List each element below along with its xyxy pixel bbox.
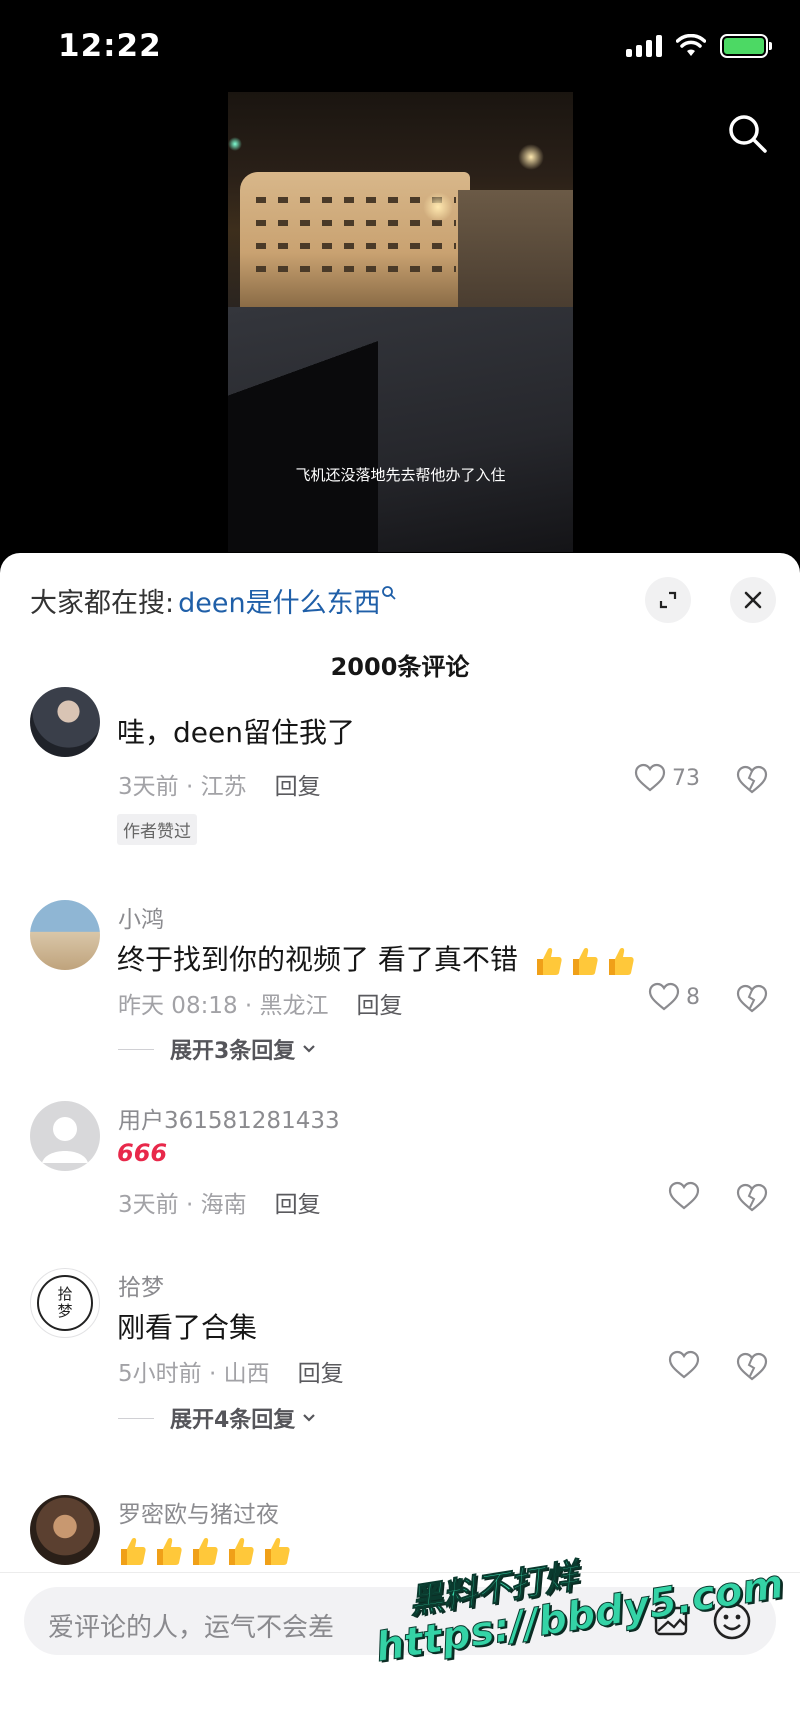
reply-button[interactable]: 回复: [275, 774, 321, 800]
hot-search-prefix: 大家都在搜:: [30, 588, 175, 619]
chevron-down-icon: [303, 1414, 316, 1422]
comment-text: 哇，deen留住我了: [117, 716, 355, 749]
like-button[interactable]: 73: [634, 763, 700, 793]
battery-icon: [720, 34, 772, 58]
comment-username[interactable]: 罗密欧与猪过夜: [118, 1495, 279, 1529]
comment-time-location: 昨天 08:18 · 黑龙江: [118, 993, 329, 1019]
like-button[interactable]: 8: [648, 982, 700, 1012]
expand-replies-button[interactable]: 展开4条回复: [118, 1402, 317, 1434]
author-liked-badge: 作者赞过: [117, 814, 197, 845]
video-subtitle: 飞机还没落地先去帮他办了入住: [295, 466, 506, 484]
comment-text: 666: [117, 1139, 168, 1167]
status-time: 12:22: [58, 28, 162, 64]
hot-search[interactable]: 大家都在搜: deen是什么东西: [30, 581, 397, 620]
reply-button[interactable]: 回复: [275, 1192, 321, 1218]
status-bar: 12:22: [0, 0, 800, 92]
expand-replies-label: 展开4条回复: [170, 1408, 296, 1433]
comment-time-location: 3天前 · 江苏: [118, 774, 247, 800]
chevron-down-icon: [303, 1045, 316, 1053]
avatar-text: 拾梦: [37, 1275, 93, 1331]
heart-icon: [634, 763, 666, 792]
comment-username[interactable]: 小鸿: [118, 900, 164, 934]
dislike-icon[interactable]: [736, 1352, 768, 1382]
comment-text: 刚看了合集: [117, 1311, 258, 1344]
thumbs-up-icon: [193, 1538, 218, 1565]
expand-icon: [659, 591, 677, 609]
thumbs-up-icon: [265, 1538, 290, 1565]
thumbs-up-icon: [229, 1538, 254, 1565]
comment-meta: 3天前 · 江苏 回复: [118, 767, 321, 801]
thumbs-up-icon: [536, 948, 562, 975]
thumbs-up-icon: [608, 948, 634, 975]
comment-meta: 5小时前 · 山西 回复: [118, 1354, 344, 1388]
heart-icon: [648, 982, 680, 1011]
search-icon: [381, 586, 396, 600]
like-button[interactable]: [668, 1350, 700, 1380]
thumbs-up-icon: [121, 1538, 146, 1565]
comment-username[interactable]: 拾梦: [118, 1268, 164, 1302]
avatar[interactable]: [30, 900, 100, 970]
dislike-icon[interactable]: [736, 1183, 768, 1213]
video-player[interactable]: 飞机还没落地先去帮他办了入住: [0, 92, 800, 562]
expand-replies-label: 展开3条回复: [170, 1039, 296, 1064]
dislike-icon[interactable]: [736, 984, 768, 1014]
comment-text: [117, 1533, 291, 1567]
like-count: 8: [686, 984, 700, 1010]
like-button[interactable]: [668, 1181, 700, 1211]
thumbs-up-icon: [572, 948, 598, 975]
comment-time-location: 5小时前 · 山西: [118, 1361, 270, 1387]
search-icon[interactable]: [726, 112, 768, 154]
status-icons: [626, 34, 772, 58]
wifi-icon: [676, 34, 706, 56]
comment-count: 2000条评论: [330, 653, 470, 681]
close-icon: [744, 591, 762, 609]
dislike-icon[interactable]: [736, 765, 768, 795]
close-button[interactable]: [730, 577, 776, 623]
default-avatar-icon: [42, 1117, 88, 1163]
comment-username[interactable]: 用户361581281433: [118, 1101, 340, 1135]
expand-button[interactable]: [645, 577, 691, 623]
thumbs-up-icon: [157, 1538, 182, 1565]
comment-meta: 昨天 08:18 · 黑龙江 回复: [118, 986, 403, 1020]
comment-meta: 3天前 · 海南 回复: [118, 1185, 321, 1219]
reply-button[interactable]: 回复: [298, 1361, 344, 1387]
hot-search-query[interactable]: deen是什么东西: [178, 581, 380, 620]
avatar[interactable]: [30, 687, 100, 757]
signal-icon: [626, 35, 662, 57]
expand-replies-button[interactable]: 展开3条回复: [118, 1033, 317, 1065]
video-frame[interactable]: 飞机还没落地先去帮他办了入住: [228, 92, 573, 552]
comment-text-content: 终于找到你的视频了 看了真不错: [117, 943, 518, 976]
comment-item: 哇，deen留住我了 3天前 · 江苏 回复 73 作者赞过: [0, 687, 800, 891]
heart-icon: [668, 1181, 700, 1210]
heart-icon: [668, 1350, 700, 1379]
comment-text: 终于找到你的视频了 看了真不错: [117, 938, 635, 978]
comment-item: 拾梦 拾梦 刚看了合集 5小时前 · 山西 回复 展开4条回复: [0, 1268, 800, 1468]
avatar[interactable]: [30, 1495, 100, 1565]
comment-item: 用户361581281433 666 3天前 · 海南 回复: [0, 1101, 800, 1261]
car-dashboard: [228, 282, 378, 552]
avatar[interactable]: 拾梦: [30, 1268, 100, 1338]
comment-input-placeholder: 爱评论的人，运气不会差: [48, 1613, 335, 1643]
reply-button[interactable]: 回复: [357, 993, 403, 1019]
avatar[interactable]: [30, 1101, 100, 1171]
like-count: 73: [672, 765, 700, 791]
comment-time-location: 3天前 · 海南: [118, 1192, 247, 1218]
comment-item: 小鸿 终于找到你的视频了 看了真不错 昨天 08:18 · 黑龙江 回复 8 展开…: [0, 878, 800, 1078]
comment-sheet-header: 大家都在搜: deen是什么东西 2000条评论: [0, 553, 800, 683]
